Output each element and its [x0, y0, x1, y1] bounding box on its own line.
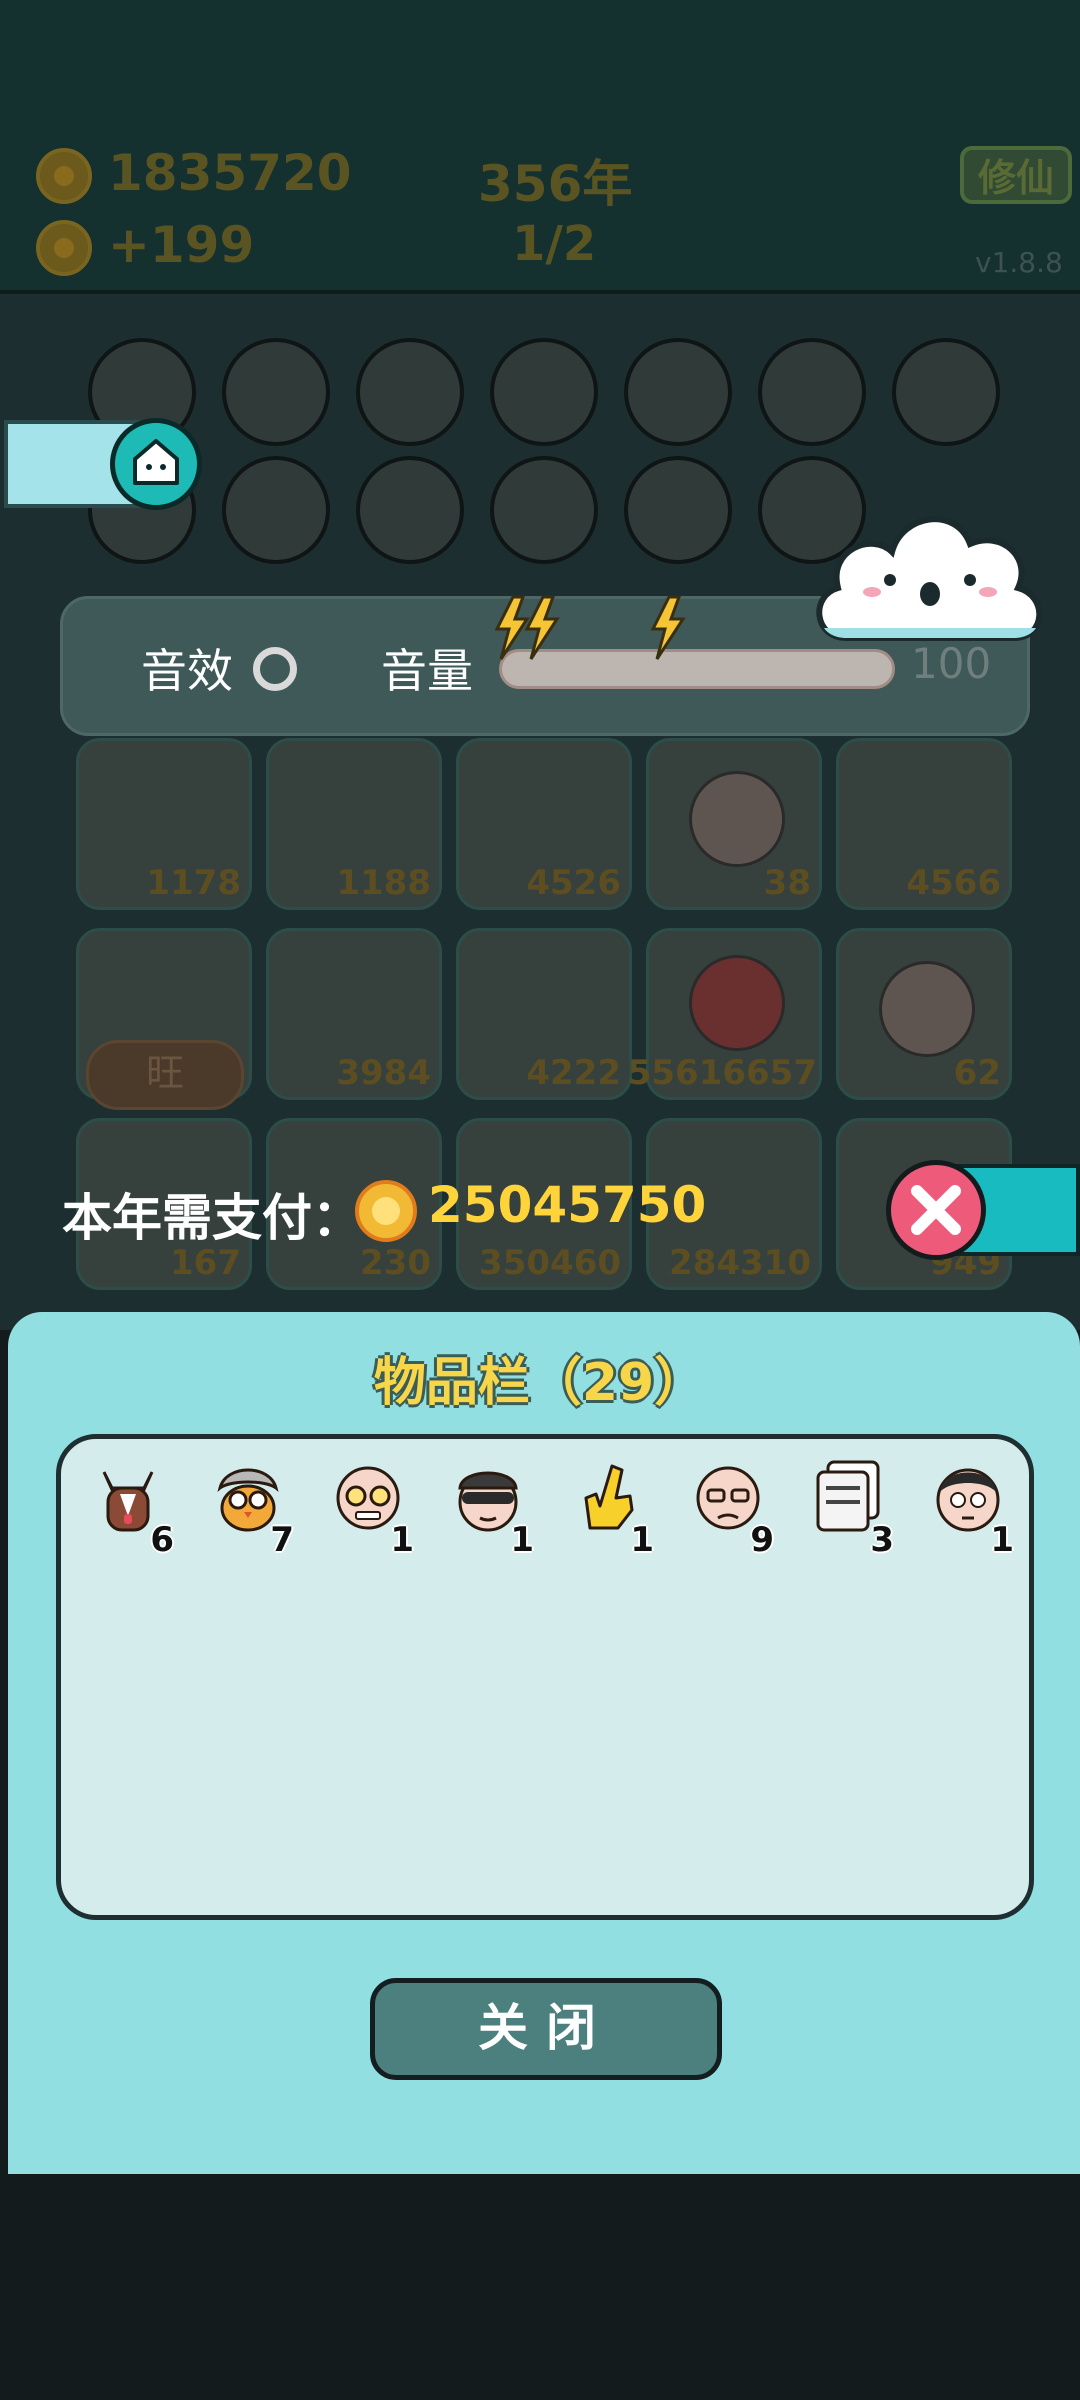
tool-slot[interactable] [356, 456, 464, 564]
coin-icon [355, 1180, 417, 1242]
item-count: 1 [390, 1520, 414, 1560]
board-card[interactable]: 1178 [76, 738, 252, 910]
inventory-item[interactable]: 7 [198, 1450, 308, 1560]
inventory-item[interactable]: 9 [678, 1450, 788, 1560]
face-icon [689, 771, 785, 867]
close-inventory-button[interactable]: 关闭 [370, 1978, 722, 2080]
payment-amount: 25045750 [428, 1176, 707, 1234]
progress-counter: 1/2 [512, 216, 597, 272]
inventory-title: 物品栏（29） [373, 1353, 707, 1413]
year-counter: 356年 [478, 155, 633, 213]
item-count: 1 [990, 1520, 1014, 1560]
version-label: v1.8.8 [975, 246, 1063, 279]
item-count: 1 [510, 1520, 534, 1560]
house-icon [133, 439, 179, 485]
board-card[interactable]: 1188 [266, 738, 442, 910]
inventory-item[interactable]: 1 [318, 1450, 428, 1560]
income-coin-icon [36, 220, 92, 276]
item-count: 6 [150, 1520, 174, 1560]
board-card[interactable]: 38 [646, 738, 822, 910]
volume-label: 音量 [381, 644, 473, 698]
cloud-mascot-icon [816, 516, 1043, 641]
face-icon [689, 955, 785, 1051]
board-card[interactable]: 55616657 [628, 928, 822, 1100]
top-status-bar: 1835720 +199 356年 1/2 修仙 v1.8.8 [0, 0, 1080, 294]
board-card[interactable]: 4222 [456, 928, 632, 1100]
tool-slot[interactable] [490, 338, 598, 446]
coin-icon [36, 148, 92, 204]
close-button[interactable] [886, 1160, 986, 1260]
xiuxian-button[interactable]: 修仙 [960, 146, 1072, 204]
board-card[interactable]: 4566 [836, 738, 1012, 910]
tool-slot[interactable] [624, 338, 732, 446]
board-card[interactable]: 62 [836, 928, 1012, 1100]
home-button[interactable] [110, 418, 202, 510]
tool-slot[interactable] [758, 338, 866, 446]
tool-slot[interactable] [222, 456, 330, 564]
item-count: 9 [750, 1520, 774, 1560]
board-card[interactable]: 3984 [266, 928, 442, 1100]
tool-slot[interactable] [222, 338, 330, 446]
item-count: 7 [270, 1520, 294, 1560]
tool-slot[interactable] [490, 456, 598, 564]
inventory-item[interactable]: 1 [558, 1450, 668, 1560]
item-count: 3 [870, 1520, 894, 1560]
tool-slot[interactable] [356, 338, 464, 446]
tool-slot[interactable] [892, 338, 1000, 446]
coin-income: +199 [108, 216, 255, 274]
speech-bubble: 旺 [86, 1040, 244, 1110]
coin-total: 1835720 [108, 144, 352, 202]
inventory-item[interactable]: 1 [918, 1450, 1028, 1560]
item-count: 1 [630, 1520, 654, 1560]
board-card[interactable]: 4526 [456, 738, 632, 910]
close-icon [911, 1185, 961, 1235]
tool-slot[interactable] [624, 456, 732, 564]
lightning-icon [494, 595, 686, 660]
payment-label: 本年需支付： [62, 1189, 362, 1247]
sound-effects-toggle[interactable] [253, 647, 297, 691]
sound-effects-label: 音效 [141, 644, 233, 698]
face-icon [879, 961, 975, 1057]
inventory-item[interactable]: 6 [78, 1450, 188, 1560]
inventory-item[interactable]: 3 [798, 1450, 908, 1560]
inventory-item[interactable]: 1 [438, 1450, 548, 1560]
